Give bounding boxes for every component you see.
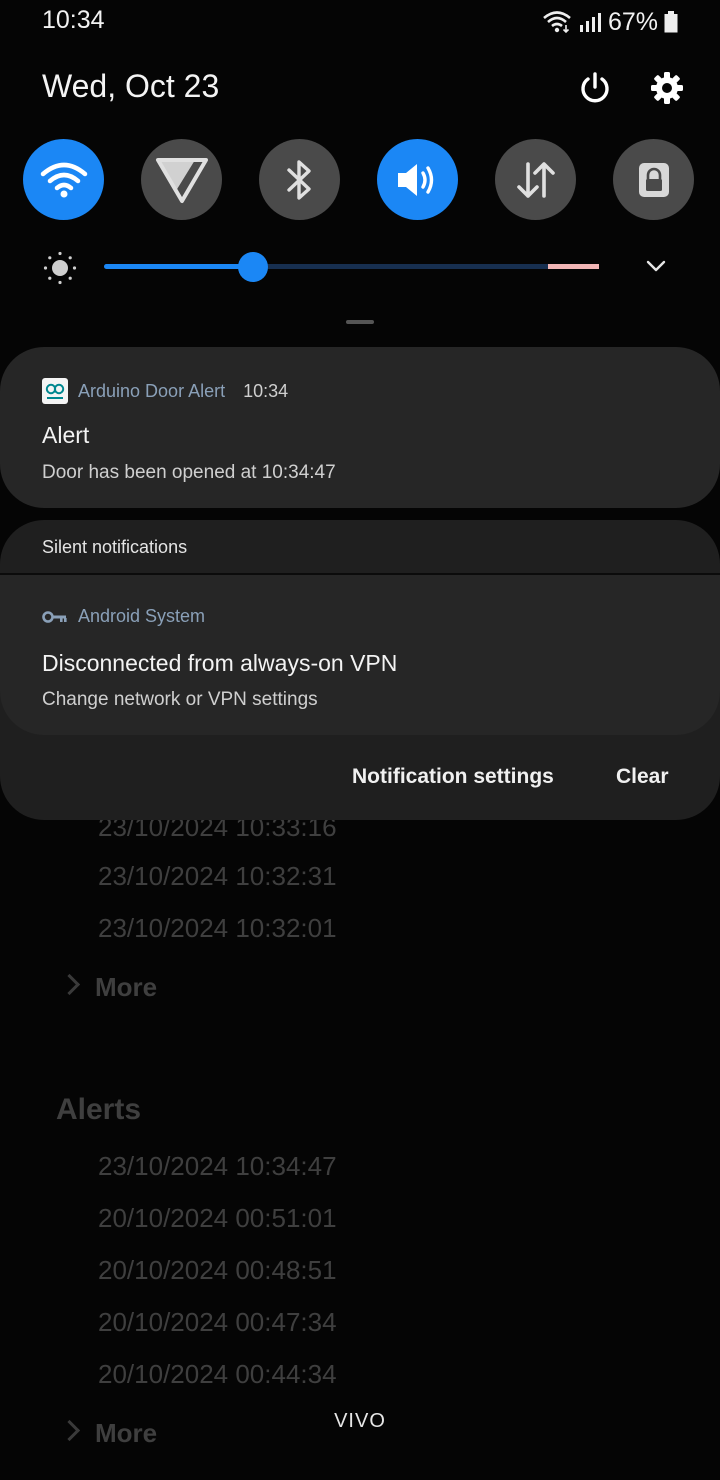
background-timestamp: 23/10/2024 10:32:31 <box>98 861 337 891</box>
chevron-down-icon[interactable] <box>645 255 667 277</box>
screen-lock-toggle[interactable] <box>613 139 694 220</box>
bluetooth-icon <box>286 159 311 200</box>
clear-button[interactable]: Clear <box>616 765 669 789</box>
sound-toggle[interactable] <box>377 139 458 220</box>
background-alerts-heading: Alerts <box>56 1093 142 1126</box>
notification-title: Disconnected from always-on VPN <box>42 650 398 676</box>
drag-handle[interactable] <box>346 320 374 324</box>
wifi-icon <box>40 162 87 197</box>
wifi-toggle[interactable] <box>23 139 104 220</box>
notification-body: Change network or VPN settings <box>42 689 318 710</box>
key-icon <box>42 610 67 623</box>
notification-body: Door has been opened at 10:34:47 <box>42 462 336 483</box>
brightness-fill <box>104 264 253 269</box>
background-timestamp: 20/10/2024 00:44:34 <box>98 1359 337 1389</box>
background-timestamp: 20/10/2024 00:51:01 <box>98 1203 337 1233</box>
date-label: Wed, Oct 23 <box>42 68 220 104</box>
battery-percent: 67% <box>607 7 658 36</box>
data-arrows-icon <box>516 161 555 198</box>
notification-android-system[interactable]: Android System Disconnected from always-… <box>0 575 720 735</box>
settings-button[interactable] <box>647 68 687 108</box>
notification-app-name: Arduino Door Alert <box>78 380 226 401</box>
notification-settings-button[interactable]: Notification settings <box>352 765 554 789</box>
brightness-slider-thumb[interactable] <box>237 252 268 282</box>
background-timestamp: 20/10/2024 00:47:34 <box>98 1307 337 1337</box>
background-timestamp: 23/10/2024 10:34:47 <box>98 1151 337 1181</box>
wifi-status-icon <box>543 11 571 34</box>
lock-icon <box>638 162 669 197</box>
notification-time: 10:34 <box>243 380 289 401</box>
power-icon <box>581 72 609 103</box>
background-timestamp: 20/10/2024 00:48:51 <box>98 1255 337 1285</box>
notification-header: Android System <box>42 606 205 627</box>
notification-title: Alert <box>42 422 90 448</box>
notification-arduino[interactable]: Arduino Door Alert 10:34 Alert Door has … <box>0 347 720 508</box>
silent-notifications-label: Silent notifications <box>42 537 188 557</box>
notification-app-name: Android System <box>78 606 206 626</box>
vpn-triangle-icon <box>155 157 208 203</box>
signal-icon <box>579 13 601 32</box>
carrier-label: VIVO <box>334 1410 386 1432</box>
bluetooth-toggle[interactable] <box>259 139 340 220</box>
notification-header: Arduino Door Alert 10:34 <box>42 378 288 404</box>
brightness-icon <box>43 251 77 285</box>
power-button[interactable] <box>575 68 615 108</box>
status-indicators: 67% <box>542 6 678 38</box>
status-time: 10:34 <box>42 6 105 34</box>
battery-icon <box>664 11 678 33</box>
background-more-link: More <box>58 972 157 1003</box>
gear-icon <box>651 72 683 104</box>
arduino-app-icon <box>42 378 68 404</box>
vpn-toggle[interactable] <box>141 139 222 220</box>
brightness-warning-zone <box>548 264 599 269</box>
mobile-data-toggle[interactable] <box>495 139 576 220</box>
background-timestamp: 23/10/2024 10:32:01 <box>98 913 337 943</box>
speaker-icon <box>397 163 433 196</box>
chevron-right-icon <box>58 973 81 996</box>
